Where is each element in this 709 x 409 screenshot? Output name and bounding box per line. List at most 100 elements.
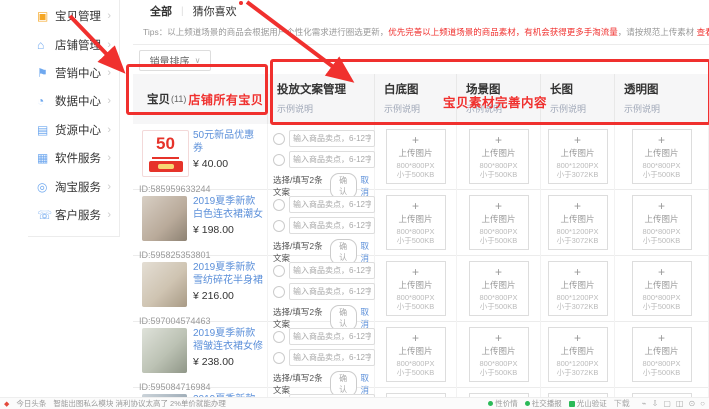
product-image[interactable] bbox=[142, 328, 187, 373]
sidebar-item-label: 店铺管理 bbox=[55, 37, 101, 53]
sidebar-item[interactable]: ☏ 客户服务 › bbox=[28, 201, 119, 229]
selling-point-input[interactable] bbox=[289, 130, 375, 147]
sidebar-item-label: 软件服务 bbox=[55, 150, 101, 166]
copywriting-cell: 选择/填写2条文案 确认 取消 bbox=[268, 256, 375, 331]
example-link[interactable]: 示例说明 bbox=[624, 102, 708, 115]
example-link[interactable]: 示例说明 bbox=[550, 102, 614, 115]
seller-admin-page: { "colors":{"accent_red":"#f0302e","link… bbox=[0, 0, 709, 409]
taskbar-status-item[interactable]: 光山验证 bbox=[569, 398, 607, 409]
product-title-link[interactable]: 50元新品优惠券 bbox=[193, 129, 263, 155]
sidebar-item[interactable]: ◔ 数据中心 › bbox=[28, 87, 119, 115]
copy-checkbox[interactable] bbox=[273, 154, 285, 166]
upload-button[interactable]: + 上传图片 800*800PX 小于500KB bbox=[632, 261, 692, 316]
sidebar-item-label: 淘宝服务 bbox=[55, 179, 101, 195]
selling-point-input[interactable] bbox=[289, 196, 375, 213]
sidebar-item[interactable]: ◎ 淘宝服务 › bbox=[28, 172, 119, 200]
coupon-band bbox=[149, 161, 183, 172]
product-price: ¥ 198.00 bbox=[193, 224, 263, 236]
taskbar-download-label[interactable]: 下载 bbox=[614, 398, 630, 409]
tab-guess-you-like[interactable]: 猜你喜欢 bbox=[193, 3, 237, 19]
upload-button[interactable]: + 上传图片 800*1200PX 小于3072KB bbox=[548, 129, 608, 184]
tips-banner: Tips：以上频道场景的商品会根据用户个性化需求进行圈选更新，优先完善以上频道场… bbox=[133, 22, 709, 43]
upload-button[interactable]: + 上传图片 800*800PX 小于500KB bbox=[469, 195, 529, 250]
taskbar-item[interactable]: 今日头条 bbox=[16, 398, 46, 409]
signal-icon[interactable]: ⌁ bbox=[642, 399, 647, 408]
sort-dropdown[interactable]: 销量排序 ∨ bbox=[139, 50, 211, 71]
copy-checkbox[interactable] bbox=[273, 133, 285, 145]
sidebar-item-label: 客户服务 bbox=[55, 207, 101, 223]
sidebar-item-label: 数据中心 bbox=[55, 93, 101, 109]
product-title-link[interactable]: 2019夏季新款白色连衣裙潮女衬衫短袖T恤中长款 bbox=[193, 195, 263, 221]
product-image[interactable] bbox=[142, 262, 187, 307]
white-bg-upload-cell: + 上传图片 800*800PX 小于500KB bbox=[375, 190, 457, 265]
upload-button[interactable]: + 上传图片 800*1200PX 小于3072KB bbox=[548, 327, 608, 382]
copy-checkbox[interactable] bbox=[273, 265, 285, 277]
upload-button[interactable]: + 上传图片 800*1200PX 小于3072KB bbox=[548, 195, 608, 250]
scene-upload-cell: + 上传图片 800*800PX 小于500KB bbox=[457, 124, 541, 199]
chevron-right-icon: › bbox=[107, 67, 111, 79]
selling-point-input[interactable] bbox=[289, 283, 375, 300]
selling-point-input[interactable] bbox=[289, 262, 375, 279]
upload-button[interactable]: + 上传图片 800*800PX 小于500KB bbox=[469, 261, 529, 316]
upload-button[interactable]: + 上传图片 800*800PX 小于500KB bbox=[632, 129, 692, 184]
upload-button[interactable]: + 上传图片 800*800PX 小于500KB bbox=[386, 195, 446, 250]
product-cell: 2019夏季新款雪纺碎花半身裙女中长款蕾丝白 ¥ 216.00 ID:59700… bbox=[133, 256, 268, 331]
taskbar-status-item[interactable]: 性价情 bbox=[488, 398, 518, 409]
upload-button[interactable]: + 上传图片 800*800PX 小于500KB bbox=[386, 129, 446, 184]
shop-icon: ⌂ bbox=[37, 39, 52, 51]
grid-icon: ▦ bbox=[37, 152, 52, 164]
selling-point-input[interactable] bbox=[289, 217, 375, 234]
selling-point-input[interactable] bbox=[289, 151, 375, 168]
upload-button[interactable]: + 上传图片 800*800PX 小于500KB bbox=[386, 261, 446, 316]
example-link[interactable]: 示例说明 bbox=[384, 102, 456, 115]
taskbar-status-item[interactable]: 社交播报 bbox=[525, 398, 562, 409]
upload-button[interactable]: + 上传图片 800*800PX 小于500KB bbox=[632, 195, 692, 250]
tab-all[interactable]: 全部 bbox=[150, 3, 172, 19]
sidebar-item[interactable]: ⚑ 营销中心 › bbox=[28, 59, 119, 87]
power-icon[interactable]: ○ bbox=[700, 399, 705, 408]
upload-button[interactable]: + 上传图片 800*800PX 小于500KB bbox=[469, 129, 529, 184]
table-header: 宝贝 (11) 店铺所有宝贝 投放文案管理 示例说明 白底图 示例说明 场景图 … bbox=[133, 74, 709, 124]
chevron-down-icon: ∨ bbox=[195, 56, 201, 65]
plus-icon: + bbox=[658, 135, 665, 146]
megaphone-icon: ⚑ bbox=[37, 67, 52, 79]
upload-button[interactable]: + 上传图片 800*800PX 小于500KB bbox=[386, 327, 446, 382]
download-icon[interactable]: ⇩ bbox=[652, 399, 659, 408]
product-count: (11) bbox=[171, 94, 186, 104]
example-link[interactable]: 示例说明 bbox=[466, 102, 540, 115]
record-icon[interactable]: ⊙ bbox=[688, 399, 695, 408]
sidebar-item[interactable]: ▤ 货源中心 › bbox=[28, 116, 119, 144]
copy-checkbox[interactable] bbox=[273, 331, 285, 343]
plus-icon: + bbox=[658, 201, 665, 212]
plus-icon: + bbox=[574, 333, 581, 344]
sidebar-item[interactable]: ▦ 软件服务 › bbox=[28, 144, 119, 172]
product-image[interactable] bbox=[142, 196, 187, 241]
plus-icon: + bbox=[658, 267, 665, 278]
copy-checkbox[interactable] bbox=[273, 286, 285, 298]
sidebar-item[interactable]: ⌂ 店铺管理 › bbox=[28, 30, 119, 58]
coupon-image[interactable]: 50 bbox=[142, 130, 189, 177]
sidebar-item[interactable]: ▣ 宝贝管理 › bbox=[28, 2, 119, 30]
upload-button[interactable]: + 上传图片 800*800PX 小于500KB bbox=[632, 327, 692, 382]
plus-icon: + bbox=[412, 201, 419, 212]
copy-checkbox[interactable] bbox=[273, 352, 285, 364]
product-title-link[interactable]: 2019夏季新款雪纺碎花半身裙女中长款蕾丝白 bbox=[193, 261, 263, 287]
plus-icon: + bbox=[495, 267, 502, 278]
product-title-link[interactable]: 2019夏季新款褶皱连衣裙女修身显瘦小众风格 bbox=[193, 327, 263, 353]
chevron-right-icon: › bbox=[107, 152, 111, 164]
long-upload-cell: + 上传图片 800*1200PX 小于3072KB bbox=[541, 190, 615, 265]
window-icon[interactable]: ▢ bbox=[663, 399, 671, 408]
layers-icon[interactable]: ◫ bbox=[676, 399, 684, 408]
table-body: 50 50元新品优惠券 ¥ 40.00 ID:585959633244 选择/填… bbox=[133, 124, 709, 398]
scene-upload-cell: + 上传图片 800*800PX 小于500KB bbox=[457, 322, 541, 397]
selling-point-input[interactable] bbox=[289, 349, 375, 366]
copy-checkbox[interactable] bbox=[273, 220, 285, 232]
view-details-link[interactable]: 查看详情> bbox=[697, 27, 709, 37]
white-bg-upload-cell: + 上传图片 800*800PX 小于500KB bbox=[375, 322, 457, 397]
upload-button[interactable]: + 上传图片 800*1200PX 小于3072KB bbox=[548, 261, 608, 316]
upload-button[interactable]: + 上传图片 800*800PX 小于500KB bbox=[469, 327, 529, 382]
copy-checkbox[interactable] bbox=[273, 199, 285, 211]
selling-point-input[interactable] bbox=[289, 328, 375, 345]
green-dot-icon bbox=[488, 401, 493, 406]
example-link[interactable]: 示例说明 bbox=[277, 102, 374, 115]
